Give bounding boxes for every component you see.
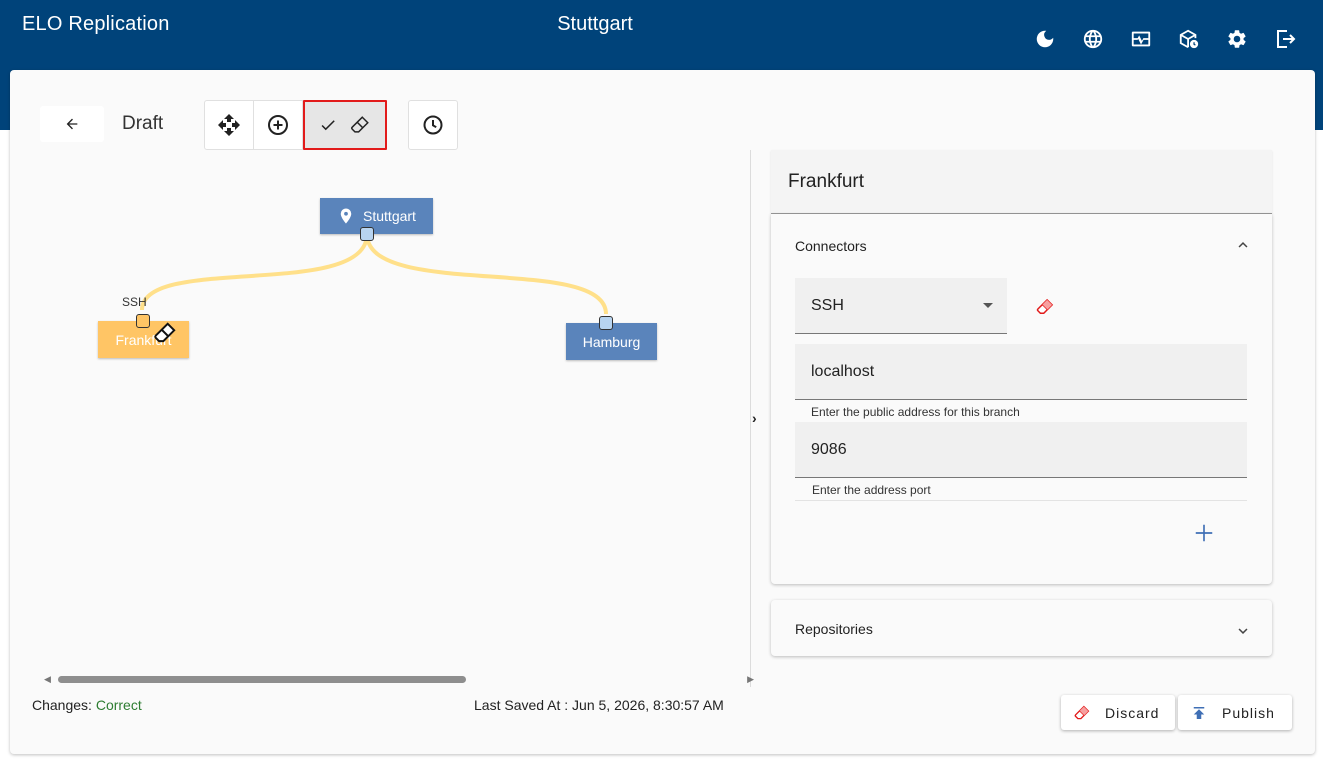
repositories-section[interactable]: Repositories bbox=[771, 600, 1272, 656]
header-actions bbox=[1021, 27, 1309, 51]
repositories-title: Repositories bbox=[795, 621, 873, 637]
discard-label: Discard bbox=[1105, 704, 1160, 721]
node-label: Hamburg bbox=[582, 333, 641, 350]
node-port[interactable] bbox=[360, 227, 374, 241]
edge-stuttgart-frankfurt bbox=[140, 233, 369, 311]
port-hint: Enter the address port bbox=[812, 483, 931, 497]
discard-button[interactable]: Discard bbox=[1061, 695, 1175, 730]
add-connector-button[interactable] bbox=[1193, 522, 1215, 549]
plus-icon bbox=[1195, 524, 1213, 542]
publish-label: Publish bbox=[1222, 704, 1275, 721]
connector-type-value: SSH bbox=[811, 297, 844, 314]
scroll-right-icon[interactable]: ▶ bbox=[747, 674, 754, 685]
address-field[interactable] bbox=[795, 344, 1247, 400]
chevron-up-icon[interactable] bbox=[1234, 236, 1252, 259]
monitor-heart-icon[interactable] bbox=[1117, 27, 1165, 51]
move-icon bbox=[218, 114, 240, 136]
gear-icon[interactable] bbox=[1213, 27, 1261, 51]
add-node-tool-button[interactable] bbox=[254, 101, 303, 149]
node-stuttgart[interactable]: Stuttgart bbox=[320, 198, 433, 234]
current-site-title: Stuttgart bbox=[557, 13, 633, 35]
canvas-horizontal-scrollbar[interactable]: ◀ ▶ bbox=[40, 673, 754, 685]
eraser-icon bbox=[1074, 705, 1090, 719]
graph-tool-group bbox=[204, 100, 387, 150]
changes-label: Changes: bbox=[32, 697, 92, 713]
history-button[interactable] bbox=[408, 100, 458, 150]
dark-mode-icon[interactable] bbox=[1021, 27, 1069, 51]
details-panel-header: Frankfurt bbox=[771, 150, 1272, 214]
node-port[interactable] bbox=[599, 316, 613, 330]
graph-canvas[interactable]: Stuttgart Frankfurt SSH Hamburg bbox=[30, 150, 750, 670]
scroll-left-icon[interactable]: ◀ bbox=[44, 674, 51, 685]
check-icon bbox=[321, 120, 335, 131]
location-pin-icon bbox=[340, 208, 352, 224]
hint-divider bbox=[795, 500, 1247, 501]
caret-down-icon bbox=[983, 303, 993, 308]
node-port[interactable] bbox=[136, 314, 150, 328]
publish-icon bbox=[1193, 706, 1205, 719]
globe-icon[interactable] bbox=[1069, 27, 1117, 51]
connector-type-select[interactable]: SSH bbox=[795, 278, 1007, 334]
eraser-cursor-icon bbox=[154, 322, 176, 343]
publish-button[interactable]: Publish bbox=[1178, 695, 1292, 730]
port-field[interactable] bbox=[795, 422, 1247, 478]
eraser-icon bbox=[1036, 298, 1054, 314]
back-button[interactable] bbox=[40, 106, 104, 142]
chevron-down-icon[interactable] bbox=[1234, 622, 1252, 645]
panel-divider bbox=[750, 150, 751, 687]
edge-label: SSH bbox=[122, 295, 147, 309]
draft-status-label: Draft bbox=[122, 113, 164, 134]
last-saved-timestamp: Last Saved At : Jun 5, 2026, 8:30:57 AM bbox=[474, 697, 724, 713]
changes-status: Changes: Correct bbox=[32, 697, 142, 713]
node-label: Stuttgart bbox=[363, 208, 416, 224]
check-erase-tool-button[interactable] bbox=[303, 100, 387, 150]
arrow-left-icon bbox=[66, 118, 78, 130]
port-input[interactable] bbox=[795, 422, 1247, 477]
edge-stuttgart-hamburg bbox=[365, 233, 608, 315]
scrollbar-thumb[interactable] bbox=[58, 676, 466, 683]
remove-connector-button[interactable] bbox=[1035, 297, 1055, 322]
editor-card: Draft Stuttgart Frankfurt SSH Hamburg › … bbox=[10, 70, 1315, 754]
panel-title: Frankfurt bbox=[788, 171, 865, 192]
address-input[interactable] bbox=[795, 344, 1247, 399]
connectors-section: Connectors SSH Enter the public address … bbox=[771, 214, 1272, 584]
package-clock-icon[interactable] bbox=[1165, 27, 1213, 51]
address-hint: Enter the public address for this branch bbox=[811, 405, 1020, 419]
history-icon bbox=[423, 115, 443, 135]
changes-value: Correct bbox=[95, 697, 142, 713]
connectors-title: Connectors bbox=[795, 238, 867, 254]
eraser-icon bbox=[351, 116, 369, 133]
add-circle-icon bbox=[268, 115, 288, 135]
collapse-panel-icon[interactable]: › bbox=[752, 410, 757, 426]
move-tool-button[interactable] bbox=[205, 101, 254, 149]
logout-icon[interactable] bbox=[1261, 27, 1309, 51]
